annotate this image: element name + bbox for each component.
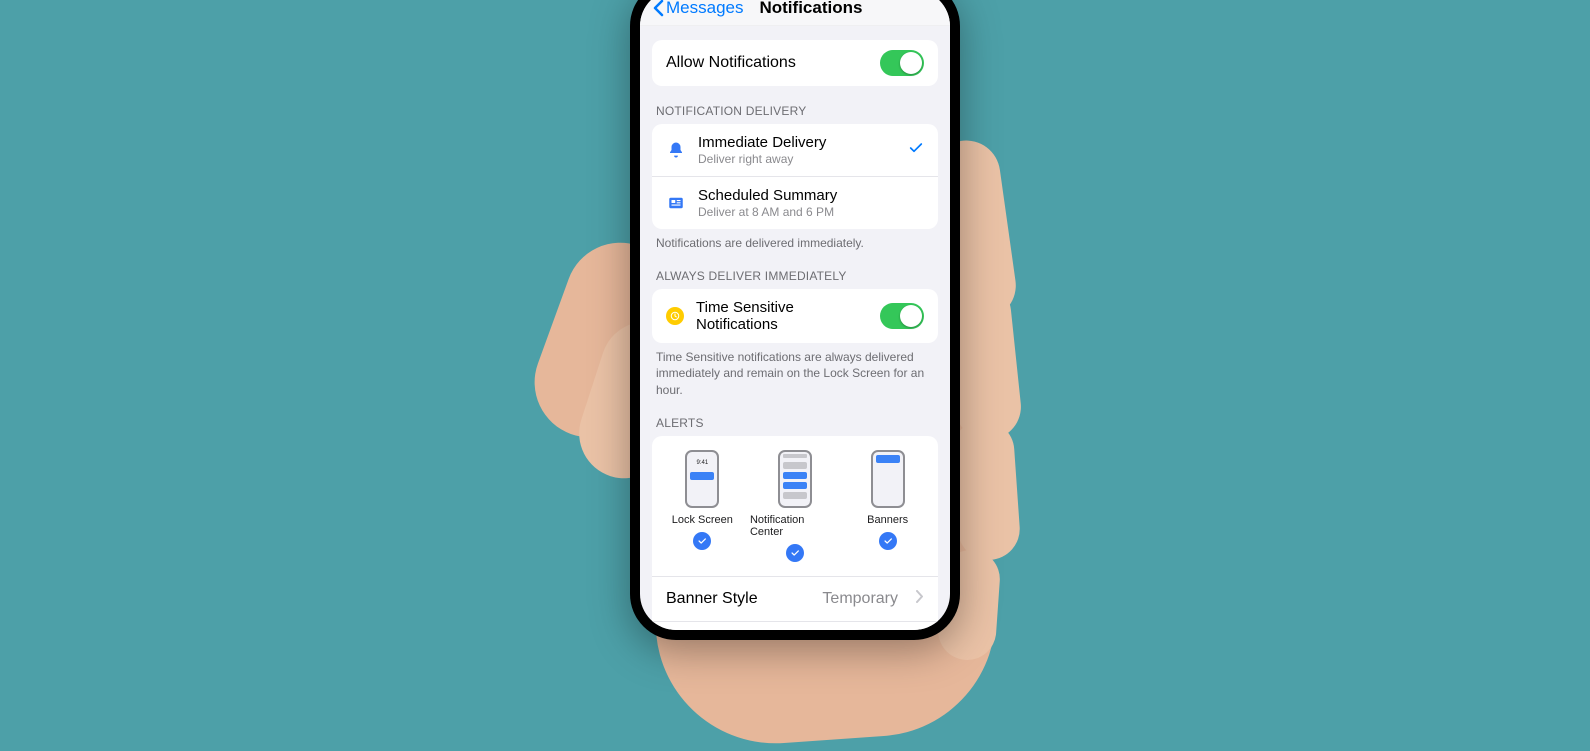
- allow-notifications-toggle[interactable]: [880, 50, 924, 76]
- lock-screen-preview-icon: 9:41: [685, 450, 719, 508]
- banner-style-value: Temporary: [822, 590, 898, 608]
- alert-label: Notification Center: [750, 514, 840, 538]
- chevron-left-icon: [652, 0, 664, 17]
- nav-bar: Messages Notifications: [640, 0, 950, 26]
- time-sensitive-row[interactable]: Time Sensitive Notifications: [652, 289, 938, 343]
- allow-notifications-row[interactable]: Allow Notifications: [652, 40, 938, 86]
- allow-notifications-label: Allow Notifications: [666, 54, 868, 72]
- alert-check-icon[interactable]: [693, 532, 711, 550]
- banners-preview-icon: [871, 450, 905, 508]
- alert-check-icon[interactable]: [879, 532, 897, 550]
- chevron-right-icon: [916, 590, 924, 608]
- newspaper-icon: [666, 193, 686, 213]
- alert-lock-screen[interactable]: 9:41 Lock Screen: [657, 450, 747, 562]
- nav-title: Notifications: [759, 0, 862, 18]
- immediate-delivery-subtitle: Deliver right away: [698, 152, 896, 166]
- delivery-header: NOTIFICATION DELIVERY: [656, 104, 934, 118]
- banner-style-label: Banner Style: [666, 590, 810, 608]
- time-sensitive-toggle[interactable]: [880, 303, 924, 329]
- immediate-delivery-row[interactable]: Immediate Delivery Deliver right away: [652, 124, 938, 176]
- alert-label: Banners: [867, 514, 908, 526]
- scheduled-summary-row[interactable]: Scheduled Summary Deliver at 8 AM and 6 …: [652, 176, 938, 229]
- immediate-delivery-title: Immediate Delivery: [698, 134, 896, 151]
- always-footer: Time Sensitive notifications are always …: [656, 349, 934, 398]
- sounds-row[interactable]: Sounds Note: [652, 621, 938, 630]
- scheduled-summary-subtitle: Deliver at 8 AM and 6 PM: [698, 205, 924, 219]
- back-button[interactable]: Messages: [652, 0, 743, 18]
- checkmark-icon: [908, 140, 924, 161]
- phone-screen: Messages Notifications Allow Notificatio…: [640, 0, 950, 630]
- alert-check-icon[interactable]: [786, 544, 804, 562]
- bell-icon: [666, 140, 686, 160]
- back-label: Messages: [666, 0, 743, 18]
- delivery-footer: Notifications are delivered immediately.: [656, 235, 934, 251]
- phone-frame: Messages Notifications Allow Notificatio…: [630, 0, 960, 640]
- always-header: ALWAYS DELIVER IMMEDIATELY: [656, 269, 934, 283]
- alerts-header: ALERTS: [656, 416, 934, 430]
- alert-label: Lock Screen: [672, 514, 733, 526]
- notification-center-preview-icon: [778, 450, 812, 508]
- scheduled-summary-title: Scheduled Summary: [698, 187, 924, 204]
- alert-banners[interactable]: Banners: [843, 450, 933, 562]
- alert-notification-center[interactable]: Notification Center: [750, 450, 840, 562]
- time-sensitive-label: Time Sensitive Notifications: [696, 299, 868, 333]
- banner-style-row[interactable]: Banner Style Temporary: [652, 577, 938, 621]
- clock-icon: [666, 307, 684, 325]
